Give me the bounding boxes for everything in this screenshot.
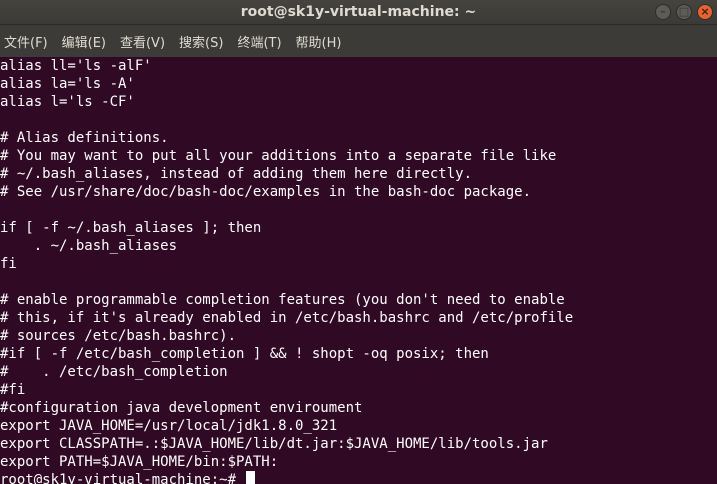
terminal-line: # You may want to put all your additions… xyxy=(0,148,557,164)
menu-help[interactable]: 帮助(H) xyxy=(296,32,342,51)
terminal-line: export CLASSPATH=.:$JAVA_HOME/lib/dt.jar… xyxy=(0,436,548,452)
minimize-button[interactable]: – xyxy=(655,4,671,20)
menu-terminal[interactable]: 终端(T) xyxy=(237,32,281,51)
menu-bar: 文件(F) 编辑(E) 查看(V) 搜索(S) 终端(T) 帮助(H) xyxy=(0,25,717,57)
terminal-prompt-line[interactable]: root@sk1y-virtual-machine:~# xyxy=(0,471,256,484)
terminal-line: # enable programmable completion feature… xyxy=(0,292,565,308)
maximize-button[interactable]: □ xyxy=(676,4,692,20)
menu-file[interactable]: 文件(F) xyxy=(4,32,48,51)
window-controls: – □ × xyxy=(655,4,713,21)
terminal-line: fi xyxy=(0,256,17,272)
terminal-line: # Alias definitions. xyxy=(0,130,169,146)
terminal-line: alias l='ls -CF' xyxy=(0,94,135,110)
terminal-line: alias la='ls -A' xyxy=(0,76,135,92)
terminal-line: #configuration java development enviroum… xyxy=(0,400,363,416)
window-title: root@sk1y-virtual-machine: ~ xyxy=(240,4,477,20)
terminal-line: # this, if it's already enabled in /etc/… xyxy=(0,310,574,326)
terminal-line: export PATH=$JAVA_HOME/bin:$PATH: xyxy=(0,454,279,470)
text-cursor xyxy=(246,471,256,484)
terminal-line: # See /usr/share/doc/bash-doc/examples i… xyxy=(0,184,532,200)
menu-edit[interactable]: 编辑(E) xyxy=(62,32,106,51)
terminal-line: # . /etc/bash_completion xyxy=(0,364,228,380)
terminal-line: #fi xyxy=(0,382,26,398)
menu-view[interactable]: 查看(V) xyxy=(120,32,165,51)
terminal-line: . ~/.bash_aliases xyxy=(0,238,178,254)
terminal-line: #if [ -f /etc/bash_completion ] && ! sho… xyxy=(0,346,489,362)
close-button[interactable]: × xyxy=(697,4,713,20)
terminal-line: alias ll='ls -alF' xyxy=(0,58,152,74)
terminal-line: # sources /etc/bash.bashrc). xyxy=(0,328,237,344)
shell-prompt: root@sk1y-virtual-machine:~# xyxy=(0,472,245,484)
terminal-line: if [ -f ~/.bash_aliases ]; then xyxy=(0,220,262,236)
title-bar[interactable]: root@sk1y-virtual-machine: ~ – □ × xyxy=(0,0,717,25)
terminal-line: # ~/.bash_aliases, instead of adding the… xyxy=(0,166,473,182)
terminal-line: export JAVA_HOME=/usr/local/jdk1.8.0_321 xyxy=(0,418,338,434)
terminal-output[interactable]: alias ll='ls -alF' alias la='ls -A' alia… xyxy=(0,57,717,484)
terminal-window: root@sk1y-virtual-machine: ~ – □ × 文件(F)… xyxy=(0,0,717,484)
menu-search[interactable]: 搜索(S) xyxy=(179,32,223,51)
